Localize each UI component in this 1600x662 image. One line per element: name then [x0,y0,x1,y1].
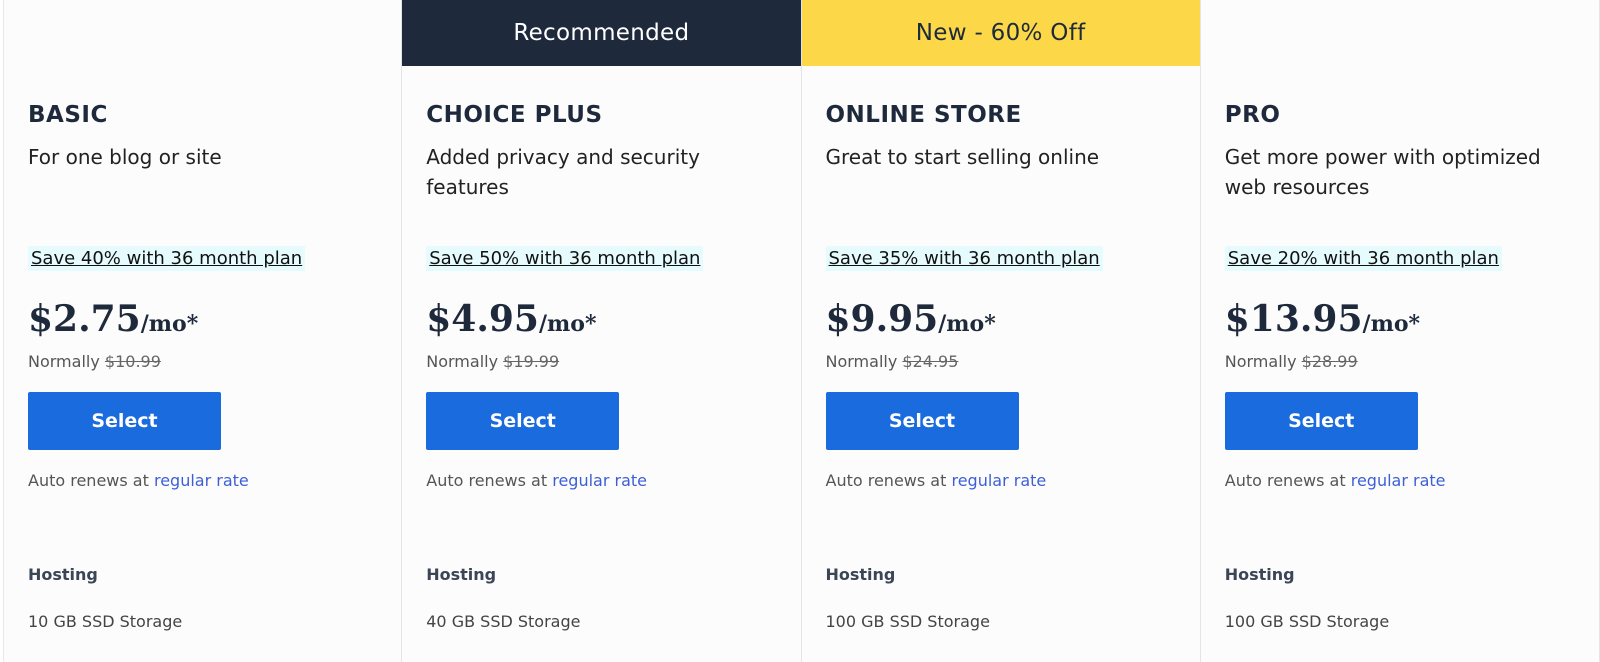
pricing-table: BASIC For one blog or site Save 40% with… [0,0,1600,662]
auto-renew-note: Auto renews at regular rate [1225,471,1446,490]
feature-heading: Hosting [825,565,896,584]
plan-price: $13.95/mo* [1225,298,1420,340]
feature-item: 100 GB SSD Storage [825,612,990,631]
save-offer-link[interactable]: Save 40% with 36 month plan [28,246,306,271]
plan-name: BASIC [28,102,108,128]
save-offer-link[interactable]: Save 50% with 36 month plan [426,246,704,271]
auto-renew-note: Auto renews at regular rate [28,471,249,490]
old-price: $28.99 [1301,352,1358,371]
plan-banner: New - 60% Off [801,0,1200,66]
regular-rate-link[interactable]: regular rate [1351,471,1446,490]
price-amount: $9.95 [825,298,939,340]
plan-price: $4.95/mo* [426,298,596,340]
plan-price: $2.75/mo* [28,298,198,340]
plan-card-online-store: New - 60% Off ONLINE STORE Great to star… [801,0,1201,662]
old-price: $24.95 [902,352,959,371]
plan-name: ONLINE STORE [825,102,1022,128]
select-button[interactable]: Select [426,392,620,450]
select-button[interactable]: Select [28,392,221,450]
plan-description: Great to start selling online [825,145,1100,169]
plan-card-basic: BASIC For one blog or site Save 40% with… [3,0,403,662]
plan-banner: Recommended [402,0,801,66]
price-amount: $2.75 [28,298,141,340]
plan-description: Added privacy and security features [426,145,700,199]
price-unit: /mo* [938,311,996,337]
renew-text: Auto renews at [28,471,149,490]
normally-label: Normally [426,352,499,371]
plan-card-pro: PRO Get more power with optimized web re… [1200,0,1600,662]
plan-name: PRO [1224,102,1281,128]
normal-price: Normally $19.99 [426,352,559,371]
normal-price: Normally $24.95 [826,352,959,371]
plan-description: For one blog or site [28,145,222,169]
auto-renew-note: Auto renews at regular rate [426,471,647,490]
regular-rate-link[interactable]: regular rate [552,471,647,490]
feature-heading: Hosting [28,565,98,584]
feature-item: 40 GB SSD Storage [426,612,581,631]
price-amount: $4.95 [426,298,539,340]
normal-price: Normally $28.99 [1225,352,1358,371]
price-unit: /mo* [1362,311,1421,337]
renew-text: Auto renews at [825,471,947,490]
plan-description: Get more power with optimized web resour… [1224,145,1541,199]
plan-price: $9.95/mo* [826,298,996,340]
select-button[interactable]: Select [1224,392,1418,450]
plan-card-choice-plus: Recommended CHOICE PLUS Added privacy an… [402,0,802,662]
feature-heading: Hosting [426,565,497,584]
plan-name: CHOICE PLUS [426,102,603,128]
normally-label: Normally [825,352,898,371]
feature-item: 100 GB SSD Storage [1224,612,1390,631]
save-offer-link[interactable]: Save 20% with 36 month plan [1224,246,1502,271]
normally-label: Normally [1224,352,1297,371]
old-price: $10.99 [104,352,161,371]
regular-rate-link[interactable]: regular rate [154,471,249,490]
feature-heading: Hosting [1224,565,1295,584]
price-unit: /mo* [538,311,597,337]
normal-price: Normally $10.99 [28,352,161,371]
renew-text: Auto renews at [1224,471,1346,490]
price-amount: $13.95 [1224,298,1363,340]
select-button[interactable]: Select [825,392,1019,450]
normally-label: Normally [28,352,100,371]
feature-item: 10 GB SSD Storage [28,612,183,631]
regular-rate-link[interactable]: regular rate [951,471,1046,490]
old-price: $19.99 [503,352,560,371]
save-offer-link[interactable]: Save 35% with 36 month plan [825,246,1103,271]
price-unit: /mo* [140,311,199,337]
renew-text: Auto renews at [426,471,548,490]
auto-renew-note: Auto renews at regular rate [826,471,1047,490]
